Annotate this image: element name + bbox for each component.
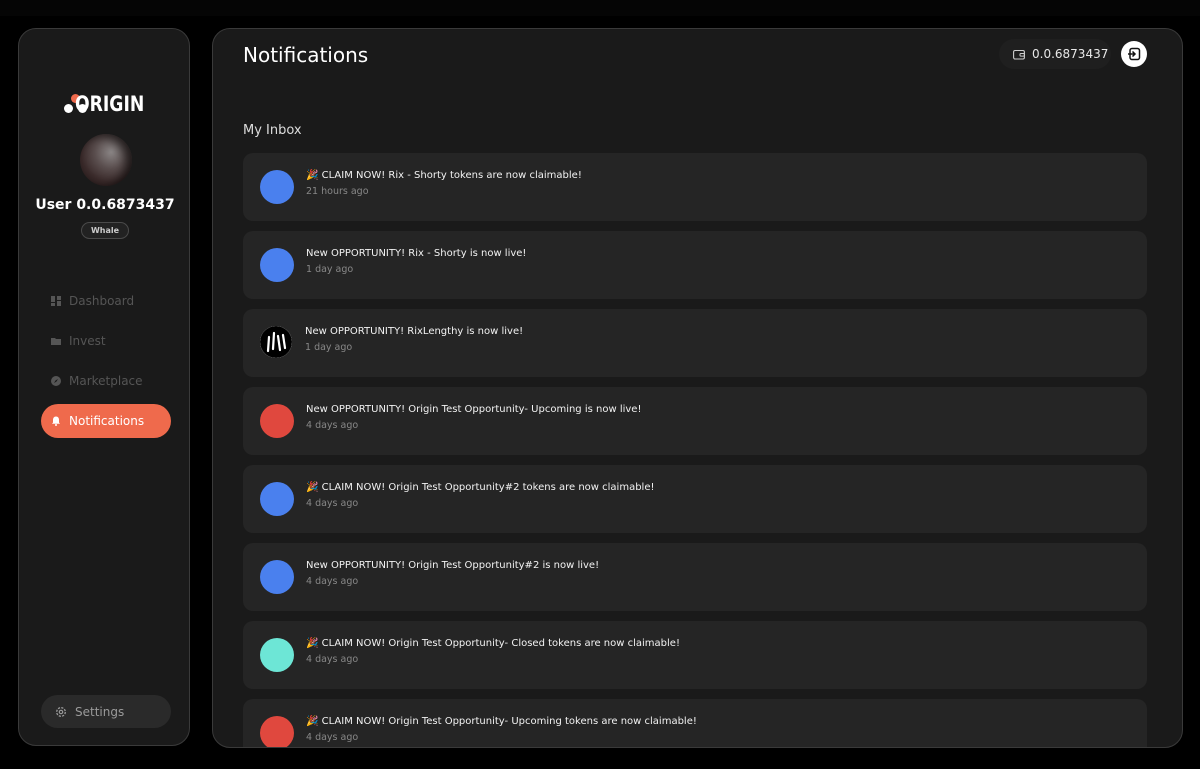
nav-item-label: Dashboard [69,294,135,308]
nav-item-marketplace[interactable]: Marketplace [41,364,171,398]
brand-logo[interactable]: ORIGIN [59,89,159,119]
logout-button[interactable] [1121,41,1147,67]
notification-item[interactable]: 🎉 CLAIM NOW! Origin Test Opportunity- Up… [243,699,1147,747]
notification-title: New OPPORTUNITY! Origin Test Opportunity… [306,560,600,571]
notification-list: 🎉 CLAIM NOW! Rix - Shorty tokens are now… [243,153,1147,747]
notification-time: 4 days ago [306,576,359,587]
notification-time: 4 days ago [306,420,359,431]
avatar[interactable] [80,134,132,186]
gear-icon [56,706,66,717]
rixlengthy-logo-icon [260,326,292,358]
brand-name: ORIGIN [74,92,144,116]
nav-item-invest[interactable]: Invest [41,324,171,358]
notification-avatar-icon [260,560,294,594]
notification-time: 4 days ago [306,732,359,743]
bell-icon [52,416,60,426]
wallet-balance-value: 0.0.6873437 [1032,47,1109,61]
notification-title: 🎉 CLAIM NOW! Origin Test Opportunity- Up… [306,716,697,727]
notification-item[interactable]: New OPPORTUNITY! Rix - Shorty is now liv… [243,231,1147,299]
notification-title: New OPPORTUNITY! RixLengthy is now live! [305,326,524,337]
folder-icon [51,338,61,345]
nav-item-dashboard[interactable]: Dashboard [41,284,171,318]
wallet-balance[interactable]: 0.0.6873437 [999,39,1111,69]
notification-time: 1 day ago [305,342,353,353]
notification-avatar-icon [260,716,294,747]
notification-item[interactable]: 🎉 CLAIM NOW! Origin Test Opportunity- Cl… [243,621,1147,689]
grid-icon [51,296,61,306]
nav-item-notifications[interactable]: Notifications [41,404,171,438]
notification-avatar-icon [260,170,294,204]
nav-item-label: Notifications [69,414,145,428]
settings-label: Settings [75,704,125,719]
sidebar: ORIGIN User 0.0.6873437 Whale Dashboard … [18,28,190,746]
notification-title: New OPPORTUNITY! Origin Test Opportunity… [306,404,642,415]
notification-time: 4 days ago [306,654,359,665]
notification-item[interactable]: 🎉 CLAIM NOW! Origin Test Opportunity#2 t… [243,465,1147,533]
nav-item-label: Marketplace [69,374,143,388]
main-panel: Notifications 0.0.6873437 My Inbox 🎉 CLA… [212,28,1183,748]
settings-button[interactable]: Settings [41,695,171,728]
notification-title: 🎉 CLAIM NOW! Rix - Shorty tokens are now… [306,170,582,181]
notification-time: 21 hours ago [306,186,369,197]
page-title: Notifications [243,43,369,67]
notification-avatar-icon [260,404,294,438]
inbox-title: My Inbox [243,123,302,138]
window-top-band [0,0,1200,16]
user-name: User 0.0.6873437 [35,197,175,213]
notification-title: New OPPORTUNITY! Rix - Shorty is now liv… [306,248,527,259]
logout-icon [1128,47,1141,61]
notification-avatar-icon [260,248,294,282]
notification-time: 1 day ago [306,264,354,275]
notification-item[interactable]: New OPPORTUNITY! RixLengthy is now live!… [243,309,1147,377]
notification-avatar-icon [260,482,294,516]
notification-title: 🎉 CLAIM NOW! Origin Test Opportunity#2 t… [306,482,655,493]
compass-icon [51,376,61,386]
notification-item[interactable]: New OPPORTUNITY! Origin Test Opportunity… [243,543,1147,611]
wallet-icon [1013,49,1025,60]
notification-avatar-icon [260,638,294,672]
notification-item[interactable]: 🎉 CLAIM NOW! Rix - Shorty tokens are now… [243,153,1147,221]
notification-title: 🎉 CLAIM NOW! Origin Test Opportunity- Cl… [306,638,680,649]
user-tier-badge: Whale [81,222,129,239]
notification-item[interactable]: New OPPORTUNITY! Origin Test Opportunity… [243,387,1147,455]
origin-logo-icon [59,91,87,117]
notification-time: 4 days ago [306,498,359,509]
nav-item-label: Invest [69,334,106,348]
